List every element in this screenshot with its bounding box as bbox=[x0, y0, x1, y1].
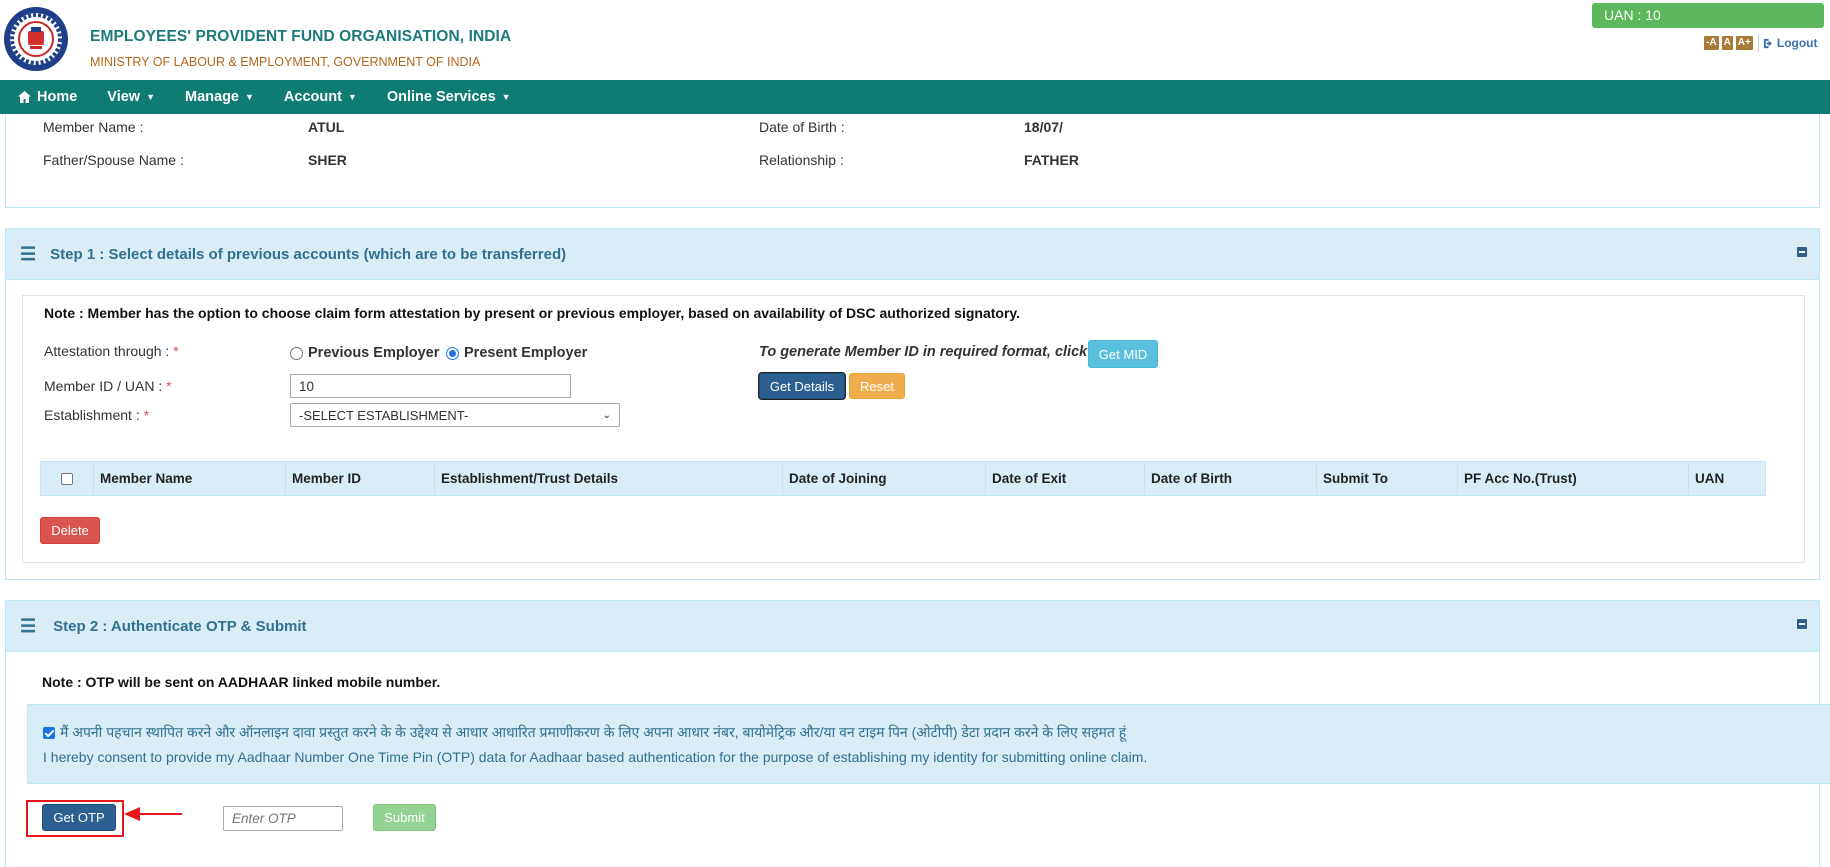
generate-mid-text: To generate Member ID in required format… bbox=[759, 344, 1088, 360]
nav-online-services-label: Online Services bbox=[386, 89, 496, 105]
epfo-logo bbox=[4, 7, 68, 71]
get-otp-button[interactable]: Get OTP bbox=[42, 804, 116, 831]
attestation-present-option[interactable]: Present Employer bbox=[446, 345, 587, 361]
member-name-label: Member Name : bbox=[43, 119, 144, 135]
required-mark: * bbox=[143, 407, 150, 423]
present-employer-radio[interactable] bbox=[446, 346, 459, 360]
submit-button[interactable]: Submit bbox=[373, 804, 436, 831]
aadhaar-consent-box: मैं अपनी पहचान स्थापित करने और ऑनलाइन दा… bbox=[27, 704, 1830, 784]
step2-title: Step 2 : Authenticate OTP & Submit bbox=[53, 617, 307, 635]
previous-employer-label: Previous Employer bbox=[308, 345, 440, 361]
caret-down-icon: ▼ bbox=[146, 92, 155, 102]
nav-manage-label: Manage bbox=[185, 89, 239, 105]
present-employer-label: Present Employer bbox=[464, 345, 588, 361]
font-size-controls: -A A A+ Logout bbox=[1704, 34, 1818, 52]
relationship-value: FATHER bbox=[1024, 152, 1079, 168]
col-date-of-joining: Date of Joining bbox=[783, 462, 986, 495]
father-name-value: SHER bbox=[308, 152, 347, 168]
nav-manage[interactable]: Manage ▼ bbox=[185, 89, 254, 105]
font-reset-button[interactable]: A bbox=[1721, 36, 1733, 50]
establishment-label-text: Establishment : bbox=[44, 407, 144, 423]
establishment-selected: -SELECT ESTABLISHMENT- bbox=[299, 407, 469, 423]
previous-employer-radio[interactable] bbox=[290, 346, 303, 360]
member-id-label-text: Member ID / UAN : bbox=[44, 378, 167, 394]
dob-value: 18/07/ bbox=[1024, 119, 1063, 135]
nav-account[interactable]: Account ▼ bbox=[284, 89, 357, 105]
select-all-checkbox[interactable] bbox=[61, 472, 73, 485]
home-icon bbox=[18, 91, 31, 103]
font-increase-button[interactable]: A+ bbox=[1735, 36, 1753, 50]
col-pf-acc-no: PF Acc No.(Trust) bbox=[1458, 462, 1689, 495]
member-name-value: ATUL bbox=[308, 119, 345, 135]
step1-title: Step 1 : Select details of previous acco… bbox=[50, 245, 567, 263]
org-title: EMPLOYEES' PROVIDENT FUND ORGANISATION, … bbox=[90, 28, 512, 45]
logout-icon bbox=[1763, 38, 1773, 48]
consent-hindi-row: मैं अपनी पहचान स्थापित करने और ऑनलाइन दा… bbox=[43, 723, 1126, 742]
otp-note: Note : OTP will be sent on AADHAAR linke… bbox=[42, 674, 441, 690]
consent-checkbox[interactable] bbox=[43, 726, 55, 739]
col-uan: UAN bbox=[1695, 471, 1725, 486]
consent-english-text: I hereby consent to provide my Aadhaar N… bbox=[43, 749, 1148, 765]
caret-down-icon: ▼ bbox=[501, 92, 511, 102]
nav-view[interactable]: View ▼ bbox=[107, 89, 155, 105]
col-date-of-birth: Date of Birth bbox=[1145, 462, 1317, 495]
consent-hindi-text: मैं अपनी पहचान स्थापित करने और ऑनलाइन दा… bbox=[60, 724, 1127, 740]
member-id-input[interactable] bbox=[290, 374, 571, 398]
member-info-panel: Member Name : ATUL Date of Birth : 18/07… bbox=[5, 114, 1820, 208]
col-member-id: Member ID bbox=[286, 462, 435, 495]
font-decrease-button[interactable]: -A bbox=[1704, 36, 1719, 50]
father-name-label: Father/Spouse Name : bbox=[43, 152, 184, 168]
step1-note: Note : Member has the option to choose c… bbox=[44, 305, 1021, 321]
select-all-cell bbox=[41, 462, 94, 495]
divider bbox=[1757, 34, 1759, 52]
site-header: EMPLOYEES' PROVIDENT FUND ORGANISATION, … bbox=[0, 0, 1830, 80]
step1-heading[interactable]: ☰ Step 1 : Select details of previous ac… bbox=[6, 229, 1819, 280]
annotation-arrow-icon bbox=[124, 807, 182, 821]
hamburger-icon: ☰ bbox=[20, 615, 37, 636]
step1-form-box bbox=[22, 295, 1805, 563]
hamburger-icon: ☰ bbox=[20, 243, 37, 264]
nav-account-label: Account bbox=[283, 89, 342, 105]
col-date-of-exit: Date of Exit bbox=[986, 462, 1145, 495]
member-id-label: Member ID / UAN : * bbox=[44, 378, 172, 394]
delete-button[interactable]: Delete bbox=[40, 517, 100, 544]
relationship-label: Relationship : bbox=[759, 152, 844, 168]
attestation-label: Attestation through : * bbox=[44, 343, 179, 359]
caret-down-icon: ▼ bbox=[347, 92, 357, 102]
main-navbar: Home View ▼ Manage ▼ Account ▼ Online Se… bbox=[0, 80, 1830, 114]
col-establishment: Establishment/Trust Details bbox=[435, 462, 783, 495]
uan-badge: UAN : 10 bbox=[1592, 3, 1824, 28]
step2-heading[interactable]: ☰ Step 2 : Authenticate OTP & Submit bbox=[6, 601, 1819, 652]
logout-label: Logout bbox=[1776, 36, 1818, 50]
logout-link[interactable]: Logout bbox=[1763, 36, 1818, 50]
accounts-table-header: Member Name Member ID Establishment/Trus… bbox=[40, 461, 1766, 496]
attestation-previous-option[interactable]: Previous Employer bbox=[290, 345, 439, 361]
get-mid-button[interactable]: Get MID bbox=[1088, 340, 1158, 368]
attestation-label-text: Attestation through : bbox=[44, 343, 174, 359]
required-mark: * bbox=[173, 343, 179, 359]
chevron-down-icon: ⌄ bbox=[602, 409, 611, 421]
nav-view-label: View bbox=[107, 89, 141, 105]
org-subtitle: MINISTRY OF LABOUR & EMPLOYMENT, GOVERNM… bbox=[90, 55, 481, 69]
collapse-icon[interactable] bbox=[1797, 619, 1807, 629]
establishment-select[interactable]: -SELECT ESTABLISHMENT- ⌄ bbox=[290, 403, 620, 427]
get-details-button[interactable]: Get Details bbox=[759, 373, 845, 399]
col-member-name: Member Name bbox=[94, 462, 286, 495]
nav-home-label: Home bbox=[37, 89, 78, 105]
reset-button[interactable]: Reset bbox=[849, 373, 905, 399]
nav-online-services[interactable]: Online Services ▼ bbox=[387, 89, 511, 105]
step1-panel: ☰ Step 1 : Select details of previous ac… bbox=[5, 228, 1820, 580]
col-submit-to: Submit To bbox=[1317, 462, 1458, 495]
required-mark: * bbox=[166, 378, 172, 394]
caret-down-icon: ▼ bbox=[245, 92, 254, 102]
nav-home[interactable]: Home bbox=[18, 89, 77, 105]
otp-input[interactable] bbox=[223, 806, 343, 831]
collapse-icon[interactable] bbox=[1797, 247, 1807, 257]
establishment-label: Establishment : * bbox=[44, 407, 149, 423]
dob-label: Date of Birth : bbox=[759, 119, 845, 135]
